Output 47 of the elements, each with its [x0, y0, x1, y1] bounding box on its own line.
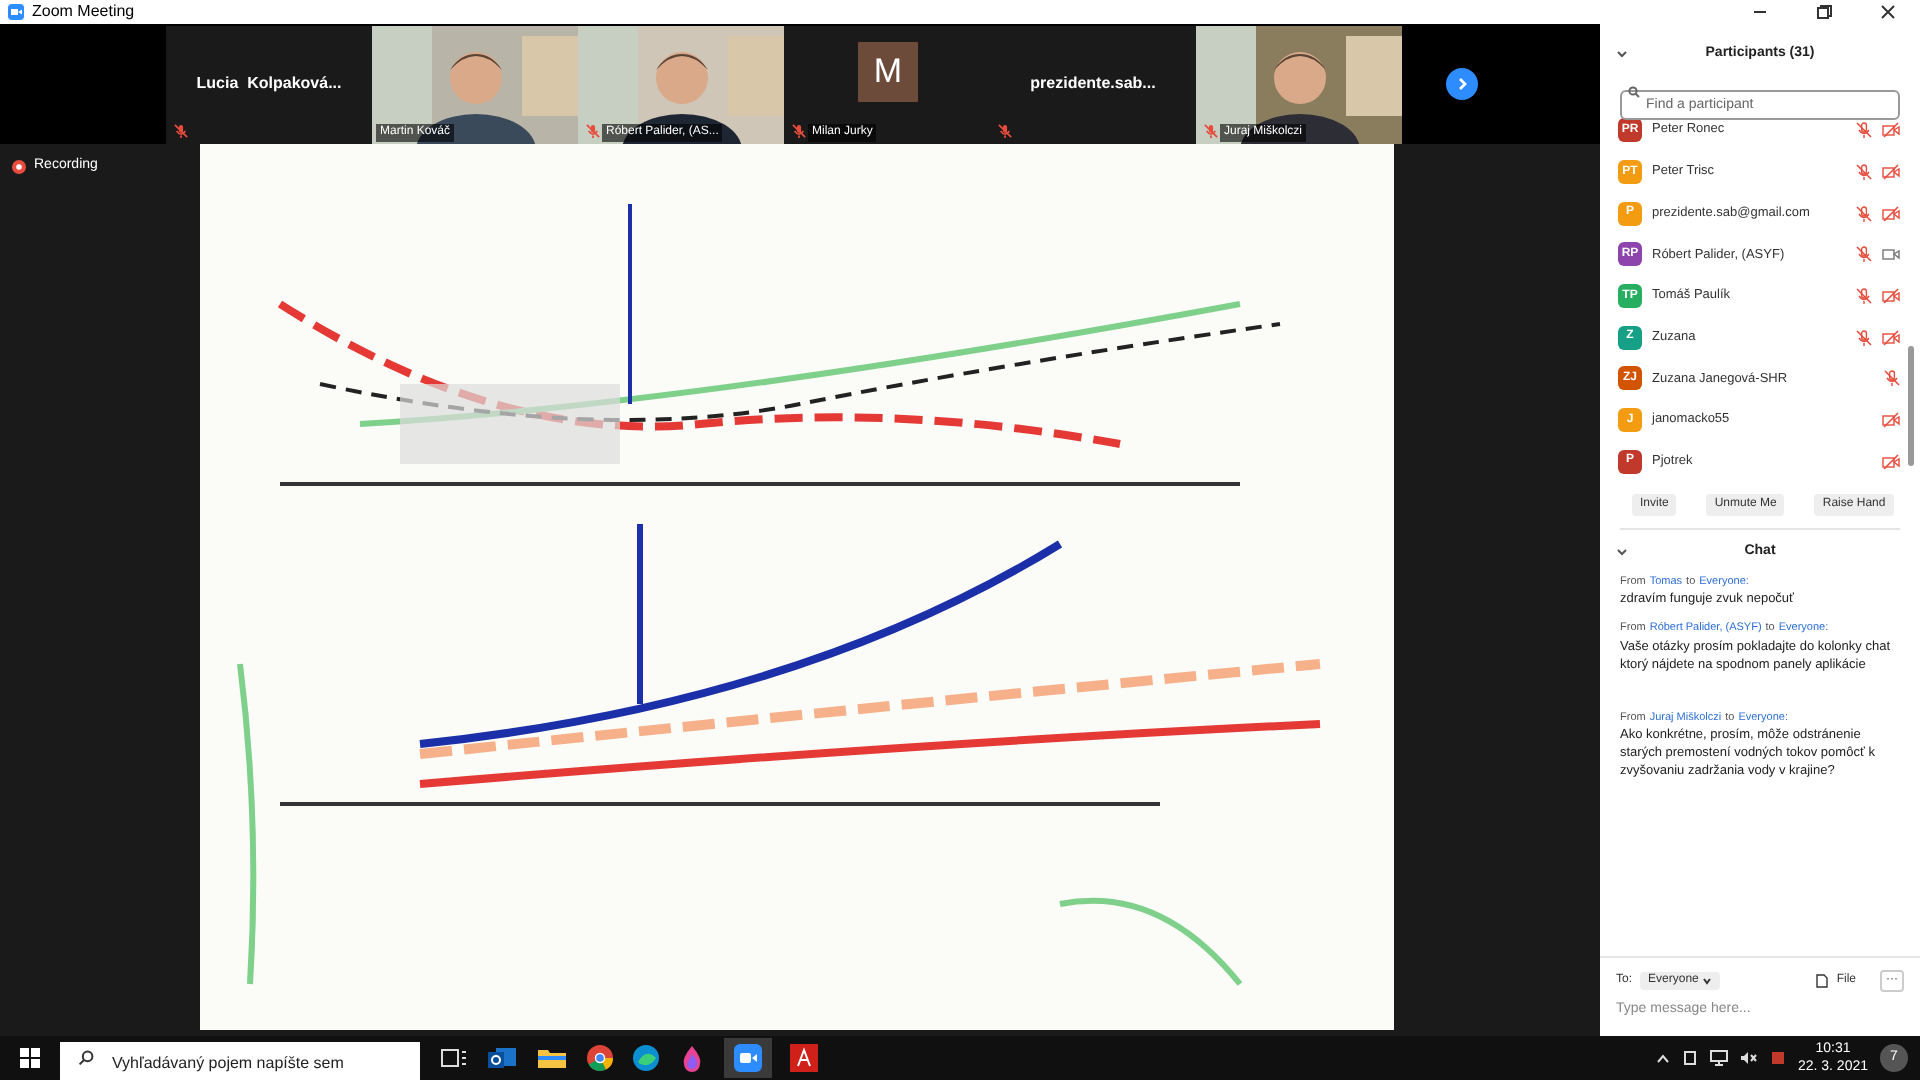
muted-mic-icon[interactable] — [1884, 370, 1900, 387]
drop-app-icon[interactable] — [678, 1044, 706, 1072]
muted-mic-icon[interactable] — [1856, 164, 1872, 181]
chevron-up-icon[interactable] — [1655, 1051, 1670, 1065]
video-tile[interactable]: prezidente.sab... — [990, 25, 1196, 143]
camera-off-icon[interactable] — [1882, 288, 1900, 305]
muted-mic-icon[interactable] — [1856, 246, 1872, 263]
windows-start-icon[interactable] — [20, 1048, 40, 1068]
participant-name: Lucia Kolpaková... — [196, 72, 342, 96]
task-view-icon[interactable] — [440, 1048, 468, 1068]
camera-off-icon[interactable] — [1882, 329, 1900, 346]
folder-icon[interactable] — [536, 1044, 568, 1072]
participant-name: prezidente.sab... — [1030, 72, 1156, 96]
camera-off-icon[interactable] — [1882, 164, 1900, 181]
muted-mic-icon[interactable] — [1856, 122, 1872, 139]
video-tile[interactable]: Lucia Kolpaková... — [166, 25, 372, 143]
network-icon[interactable] — [1709, 1050, 1728, 1066]
chevron-down-icon[interactable] — [1616, 48, 1628, 60]
chevron-right-icon — [1454, 76, 1470, 92]
camera-off-icon[interactable] — [1882, 122, 1900, 139]
search-icon — [78, 1050, 94, 1066]
avatar: M — [858, 41, 918, 101]
muted-mic-icon[interactable] — [1856, 205, 1872, 222]
camera-off-icon[interactable] — [1882, 453, 1900, 470]
chevron-down-icon[interactable] — [1616, 546, 1628, 559]
zoom-app-icon[interactable] — [734, 1044, 762, 1072]
search-icon — [1628, 85, 1640, 97]
next-page-button[interactable] — [1446, 68, 1478, 100]
edge-icon[interactable] — [632, 1044, 660, 1072]
muted-mic-icon[interactable] — [1856, 329, 1872, 346]
speaker-muted-icon[interactable] — [1739, 1050, 1758, 1066]
recording-icon — [12, 159, 26, 174]
camera-off-icon[interactable] — [1882, 412, 1900, 429]
window-title: Zoom Meeting — [32, 0, 135, 24]
close-icon[interactable] — [1880, 4, 1896, 20]
caret-icon — [1702, 975, 1713, 985]
device-icon[interactable] — [1681, 1050, 1698, 1066]
app-tray-icon[interactable] — [1769, 1050, 1786, 1066]
restore-icon[interactable] — [1816, 4, 1832, 20]
mail-app-icon[interactable] — [486, 1044, 518, 1072]
taskbar-search-field[interactable]: Vyhľadávaný pojem napíšte sem — [60, 1041, 420, 1080]
camera-off-icon[interactable] — [1882, 205, 1900, 222]
file-icon — [1816, 973, 1829, 987]
chrome-icon[interactable] — [586, 1044, 614, 1072]
muted-mic-icon[interactable] — [1856, 288, 1872, 305]
camera-icon[interactable] — [1882, 246, 1900, 263]
pdf-app-icon[interactable] — [790, 1044, 818, 1072]
